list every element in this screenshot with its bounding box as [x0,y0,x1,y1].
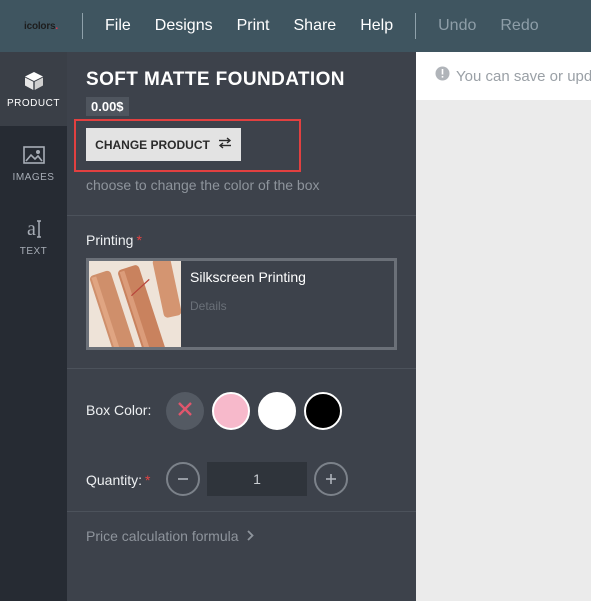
color-hint-text: choose to change the color of the box [86,177,320,193]
app-logo[interactable]: icolors. [0,0,82,52]
menu-print[interactable]: Print [225,17,282,35]
main-menu: File Designs Print Share Help Undo Redo [83,0,551,52]
text-icon: a [24,218,44,240]
rail-item-label: IMAGES [12,171,55,183]
svg-text:a: a [27,218,36,240]
color-swatch-none[interactable] [166,392,204,430]
save-notice-text: You can save or upd [456,67,591,85]
printing-label: Printing * [86,232,142,248]
chevron-right-icon [246,528,255,544]
printing-option-card[interactable]: Silkscreen Printing Details [86,256,397,360]
swap-arrows-icon [218,137,232,152]
section-divider [67,368,416,369]
menu-share[interactable]: Share [282,17,349,35]
change-product-label: CHANGE PRODUCT [95,137,210,152]
color-swatch-white[interactable] [258,392,296,430]
section-divider [67,511,416,512]
change-product-button[interactable]: CHANGE PRODUCT [86,128,241,161]
product-price: 0.00$ [86,97,129,116]
price-formula-link[interactable]: Price calculation formula [86,528,255,544]
tool-rail: PRODUCT IMAGES a TEXT [0,52,67,601]
image-icon [22,144,45,166]
rail-item-images[interactable]: IMAGES [0,126,67,200]
menu-file[interactable]: File [83,17,143,35]
redo-button[interactable]: Redo [488,17,550,35]
quantity-input[interactable] [207,462,307,496]
rail-item-label: TEXT [19,245,48,257]
color-swatch-black[interactable] [304,392,342,430]
menu-designs[interactable]: Designs [143,17,225,35]
info-icon [435,66,450,86]
product-panel: SOFT MATTE FOUNDATION 0.00$ CHANGE PRODU… [67,52,416,601]
menu-divider [415,13,417,39]
printing-option-name: Silkscreen Printing [190,269,306,285]
plus-icon [325,469,337,490]
top-menu-bar: icolors. File Designs Print Share Help U… [0,0,591,52]
design-canvas[interactable] [416,100,591,601]
printing-details-link[interactable]: Details [190,299,227,313]
product-title: SOFT MATTE FOUNDATION [86,69,345,90]
section-divider [67,215,416,216]
quantity-increase-button[interactable] [314,462,348,496]
minus-icon [177,469,189,490]
color-swatch-pink[interactable] [212,392,250,430]
box-color-label: Box Color: [86,402,152,418]
save-notice-bar: You can save or upd [416,52,591,100]
undo-button[interactable]: Undo [426,17,488,35]
rail-item-product[interactable]: PRODUCT [0,52,67,126]
required-mark: * [136,232,142,248]
required-mark: * [145,472,151,488]
box-icon [24,70,44,92]
rail-item-label: PRODUCT [7,97,60,109]
printing-thumbnail [89,256,182,360]
quantity-decrease-button[interactable] [166,462,200,496]
close-icon [176,400,194,423]
menu-help[interactable]: Help [348,17,405,35]
quantity-label: Quantity: * [86,472,151,488]
rail-item-text[interactable]: a TEXT [0,200,67,274]
